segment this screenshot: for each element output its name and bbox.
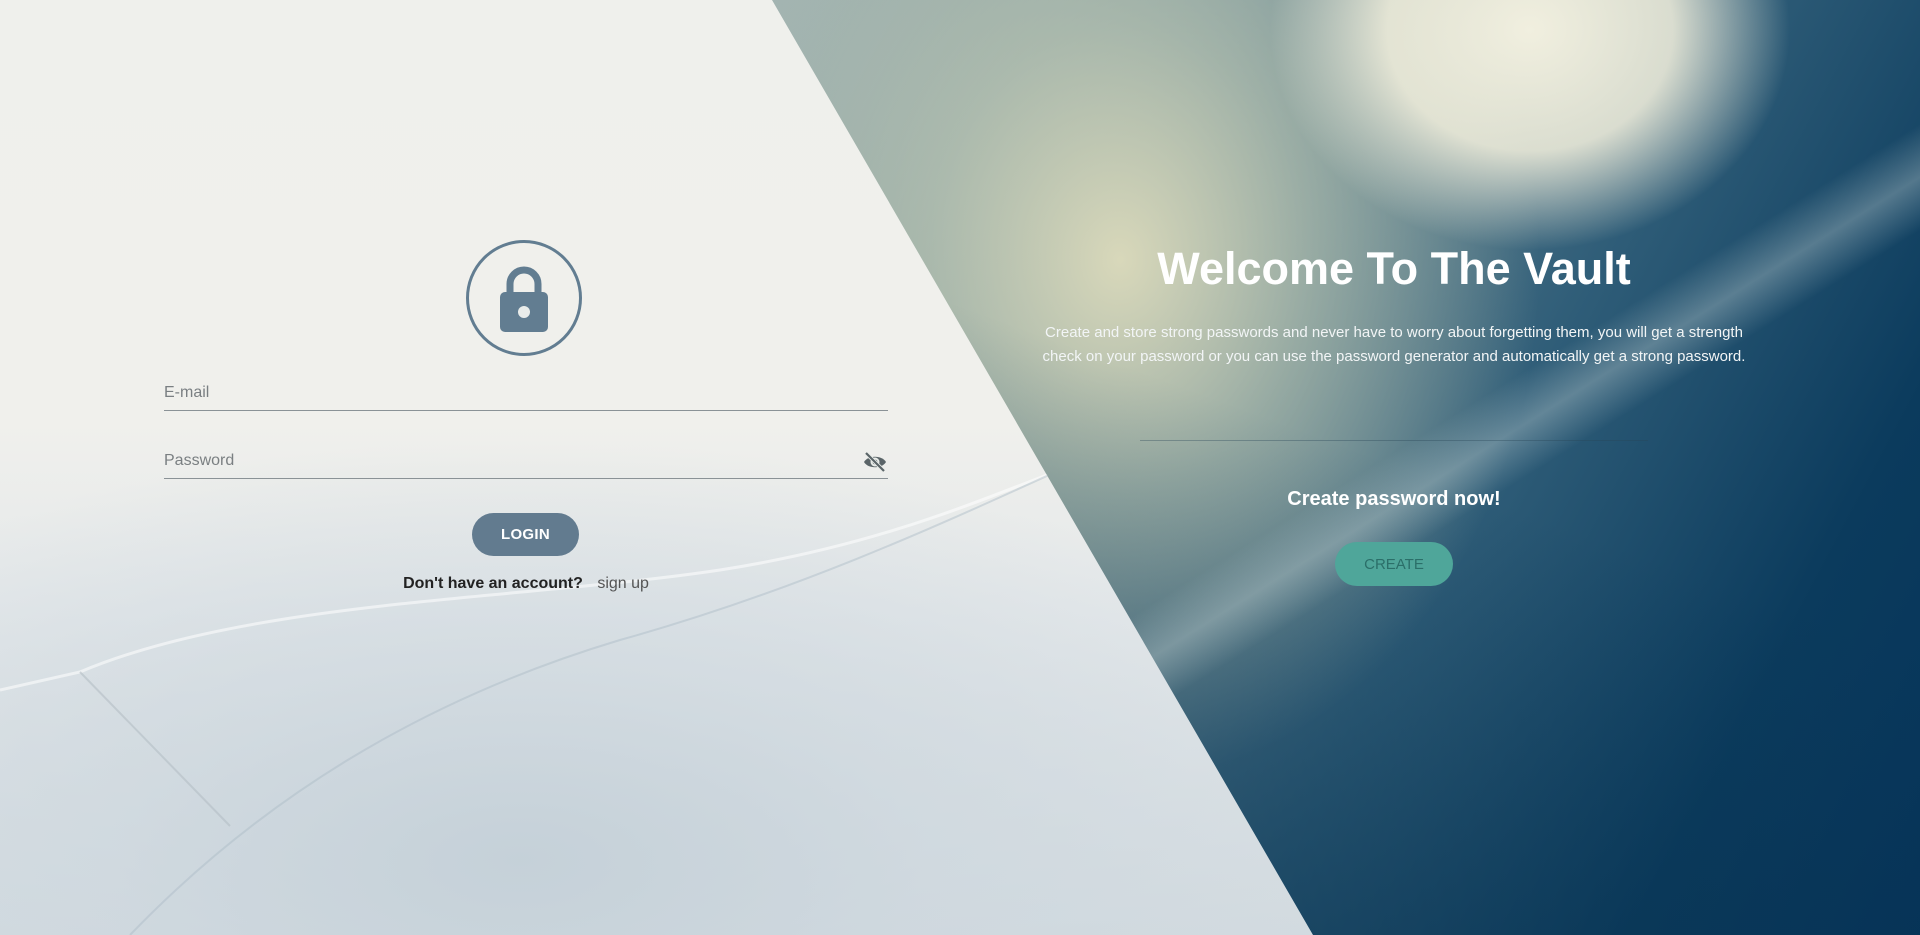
welcome-description: Create and store strong passwords and ne… xyxy=(1042,324,1746,365)
password-input[interactable] xyxy=(164,446,844,476)
no-account-text: Don't have an account? xyxy=(403,575,583,592)
signup-link[interactable]: sign up xyxy=(597,575,649,592)
lock-badge xyxy=(466,240,582,356)
divider xyxy=(1140,440,1648,441)
email-field-wrapper xyxy=(164,378,888,411)
email-input[interactable] xyxy=(164,378,844,408)
password-field-wrapper xyxy=(164,446,888,479)
welcome-title: Welcome To The Vault xyxy=(1157,243,1631,294)
login-button[interactable]: LOGIN xyxy=(472,513,579,556)
create-heading: Create password now! xyxy=(1287,488,1501,510)
lock-icon xyxy=(500,266,548,332)
signup-prompt: Don't have an account? sign up xyxy=(0,575,1052,593)
eye-off-icon[interactable] xyxy=(862,450,888,474)
login-page: LOGIN Don't have an account? sign up Wel… xyxy=(0,0,1920,935)
create-button[interactable]: CREATE xyxy=(1335,542,1453,586)
